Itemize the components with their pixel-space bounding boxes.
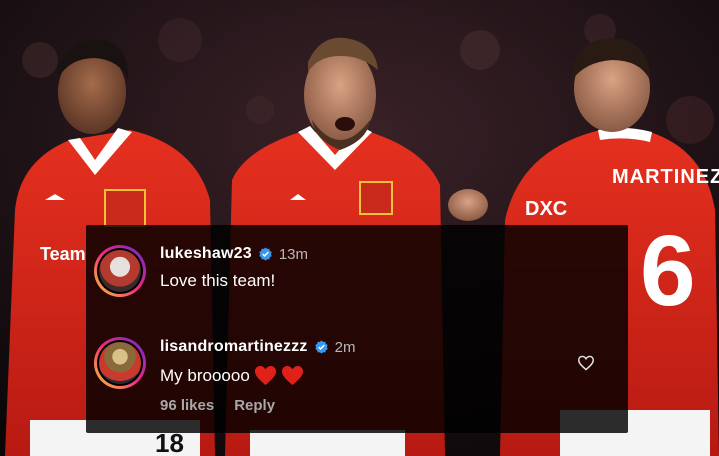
reply-button[interactable]: Reply xyxy=(234,397,275,414)
avatar-lisandromartinezzz[interactable] xyxy=(94,337,146,389)
comment-text: My brooooo xyxy=(160,365,250,385)
comment-text-row: My brooooo xyxy=(160,365,304,386)
red-heart-emoji-icon xyxy=(254,365,276,386)
comment-text: Love this team! xyxy=(160,271,276,290)
svg-text:DXC: DXC xyxy=(525,198,567,220)
svg-text:MARTINEZ: MARTINEZ xyxy=(612,166,719,188)
comment-time: 2m xyxy=(334,338,356,356)
comment-time: 13m xyxy=(278,245,309,263)
heart-outline-icon[interactable] xyxy=(577,355,595,371)
comment-item: lukeshaw23 13m Love this team! xyxy=(86,225,628,325)
likes-count[interactable]: 96 likes xyxy=(160,397,214,414)
verified-badge-icon xyxy=(314,339,328,354)
avatar-lukeshaw23[interactable] xyxy=(94,245,146,297)
comment-username[interactable]: lisandromartinezzz xyxy=(160,338,308,356)
svg-text:6: 6 xyxy=(640,215,696,327)
comment-username[interactable]: lukeshaw23 xyxy=(160,245,252,263)
red-heart-emoji-icon xyxy=(281,365,303,386)
comments-overlay: lukeshaw23 13m Love this team! lisandrom… xyxy=(86,225,628,433)
comment-item: lisandromartinezzz 2m My brooooo 96 like… xyxy=(86,325,628,433)
verified-badge-icon xyxy=(259,246,272,261)
svg-text:Team: Team xyxy=(40,244,86,264)
